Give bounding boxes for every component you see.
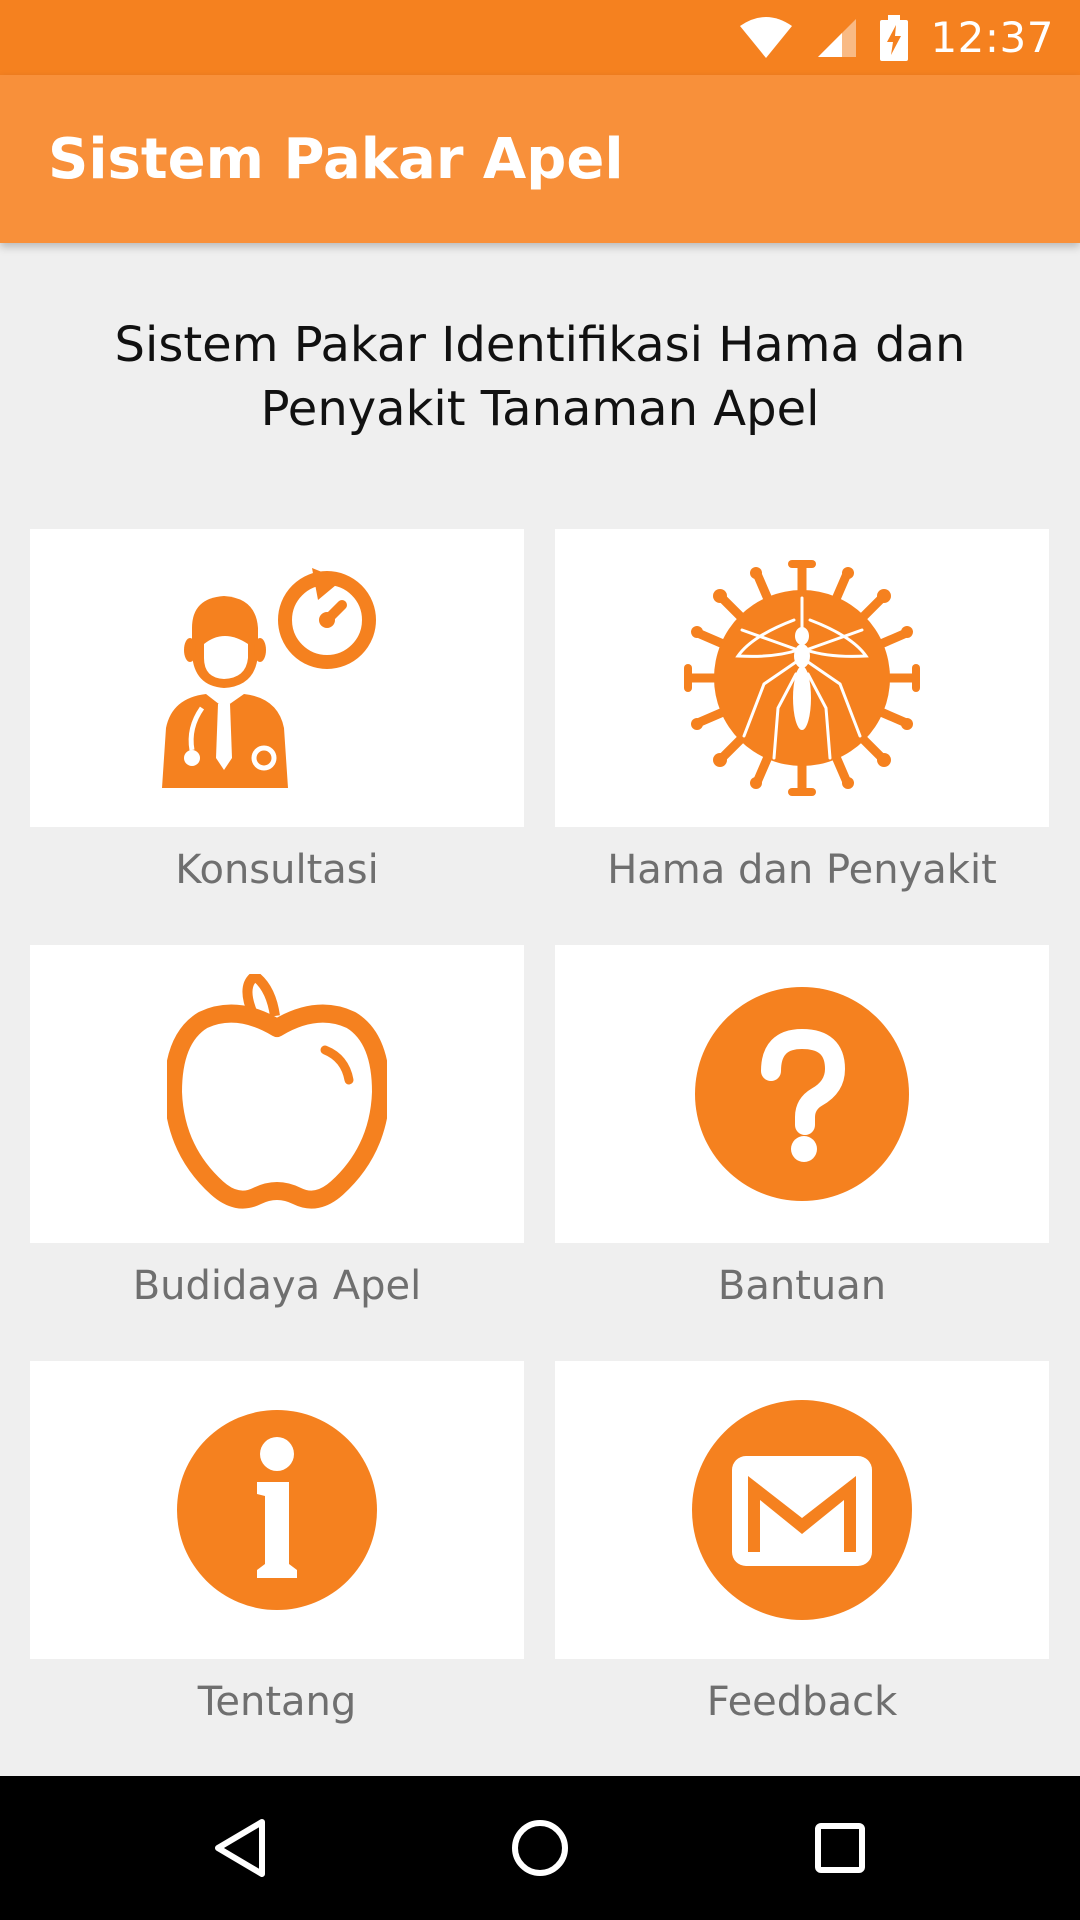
app-title: Sistem Pakar Apel <box>48 126 624 192</box>
mosquito-virus-icon <box>684 560 920 796</box>
doctor-consultation-icon <box>162 568 376 788</box>
back-icon <box>215 1819 265 1877</box>
wifi-icon <box>740 16 793 58</box>
menu-label-tentang: Tentang <box>197 1679 357 1725</box>
recents-button[interactable] <box>800 1808 880 1888</box>
battery-charging-icon <box>880 14 909 61</box>
menu-card-budidaya-apel[interactable] <box>30 945 524 1243</box>
menu-label-bantuan: Bantuan <box>717 1263 887 1309</box>
menu-label-konsultasi: Konsultasi <box>175 847 379 893</box>
info-icon <box>177 1410 377 1610</box>
recents-icon <box>815 1823 865 1873</box>
menu-label-budidaya-apel: Budidaya Apel <box>132 1263 422 1309</box>
status-bar: 12:37 <box>0 0 1080 75</box>
back-button[interactable] <box>200 1808 280 1888</box>
main-content: Sistem Pakar Identifikasi Hama dan Penya… <box>0 243 1080 1776</box>
signal-icon <box>818 18 857 57</box>
home-button[interactable] <box>500 1808 580 1888</box>
menu-card-tentang[interactable] <box>30 1361 524 1659</box>
menu-card-hama-penyakit[interactable] <box>555 529 1049 827</box>
help-icon <box>695 987 909 1201</box>
menu-card-feedback[interactable] <box>555 1361 1049 1659</box>
navigation-bar <box>0 1776 1080 1920</box>
apple-icon <box>167 974 387 1209</box>
menu-label-feedback: Feedback <box>706 1679 898 1725</box>
app-bar: Sistem Pakar Apel <box>0 75 1080 243</box>
home-icon <box>512 1820 568 1876</box>
menu-card-bantuan[interactable] <box>555 945 1049 1243</box>
page-headline: Sistem Pakar Identifikasi Hama dan Penya… <box>114 317 966 437</box>
clock: 12:37 <box>930 13 1054 62</box>
mail-icon <box>692 1400 912 1620</box>
menu-card-konsultasi[interactable] <box>30 529 524 827</box>
menu-label-hama-penyakit: Hama dan Penyakit <box>607 847 997 893</box>
